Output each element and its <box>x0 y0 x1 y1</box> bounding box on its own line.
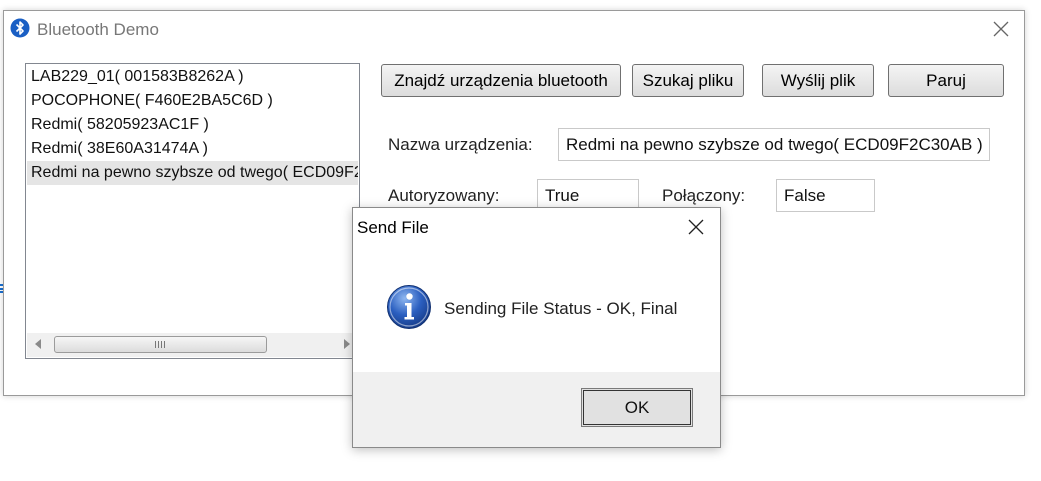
list-item[interactable]: Redmi( 38E60A31474A ) <box>27 137 359 161</box>
close-icon[interactable] <box>687 218 705 236</box>
scrollbar-thumb[interactable] <box>54 336 267 353</box>
device-name-field[interactable]: Redmi na pewno szybsze od twego( ECD09F2… <box>558 128 990 161</box>
bluetooth-icon <box>10 18 30 38</box>
send-file-button[interactable]: Wyślij plik <box>762 64 874 97</box>
close-icon[interactable] <box>992 20 1010 38</box>
scroll-right-icon[interactable] <box>344 339 350 349</box>
list-item-selected[interactable]: Redmi na pewno szybsze od twego( ECD09F2… <box>27 161 358 185</box>
ok-button[interactable]: OK <box>581 388 693 427</box>
info-icon <box>387 285 431 329</box>
device-name-label: Nazwa urządzenia: <box>388 135 533 154</box>
list-item[interactable]: Redmi( 58205923AC1F ) <box>27 113 359 137</box>
window-title: Bluetooth Demo <box>37 20 159 39</box>
dialog-title: Send File <box>357 218 429 237</box>
connected-label: Połączony: <box>662 186 746 205</box>
search-file-button[interactable]: Szukaj pliku <box>632 64 744 97</box>
find-devices-button[interactable]: Znajdź urządzenia bluetooth <box>381 64 621 97</box>
grip-icon <box>155 341 165 348</box>
send-file-dialog: Send File Sending File Status - OK, Fina… <box>352 207 721 448</box>
device-list[interactable]: LAB229_01( 001583B8262A ) POCOPHONE( F46… <box>25 63 360 359</box>
scroll-left-icon[interactable] <box>35 339 41 349</box>
horizontal-scrollbar[interactable] <box>27 333 358 357</box>
list-item[interactable]: LAB229_01( 001583B8262A ) <box>27 65 359 89</box>
list-item[interactable]: POCOPHONE( F460E2BA5C6D ) <box>27 89 359 113</box>
authorized-label: Autoryzowany: <box>388 186 500 205</box>
dialog-message: Sending File Status - OK, Final <box>444 299 678 318</box>
pair-button[interactable]: Paruj <box>888 64 1004 97</box>
title-bar: Bluetooth Demo <box>4 11 1024 47</box>
connected-field[interactable]: False <box>776 179 875 212</box>
